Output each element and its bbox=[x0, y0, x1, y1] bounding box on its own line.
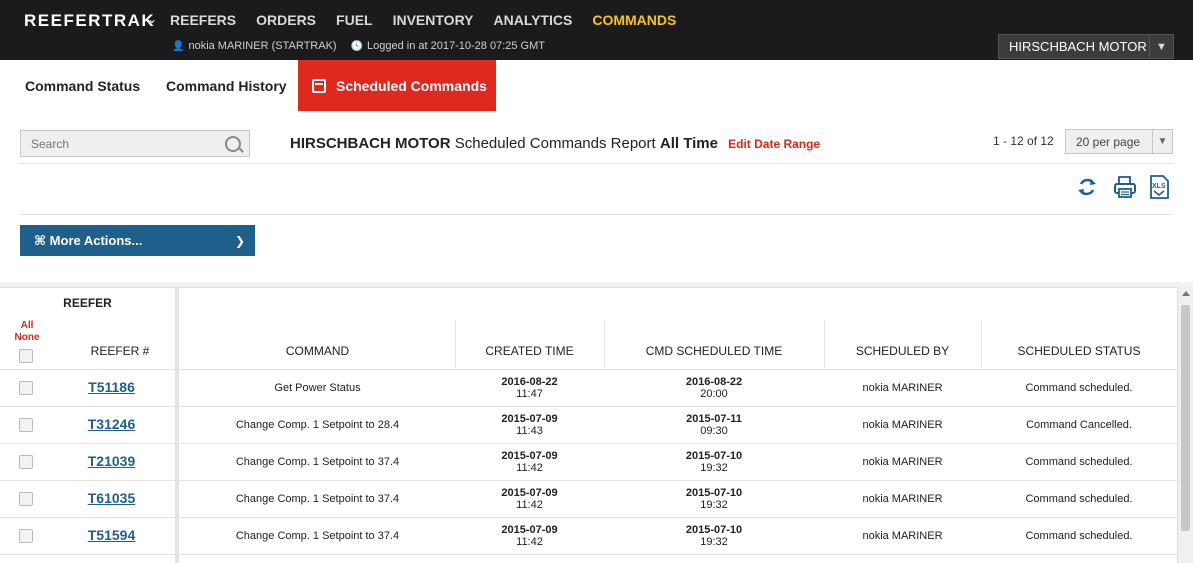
header-scheduled-by[interactable]: SCHEDULED BY bbox=[824, 344, 981, 358]
tab-scheduled-label: Scheduled Commands bbox=[336, 77, 487, 94]
brand-chevron-down-icon[interactable]: ⌄ bbox=[147, 12, 157, 26]
login-time: Logged in at 2017-10-28 07:25 GMT bbox=[367, 40, 545, 52]
reefer-link[interactable]: T51186 bbox=[60, 380, 163, 394]
calendar-icon bbox=[312, 78, 326, 93]
per-page-value: 20 per page bbox=[1076, 134, 1141, 149]
nav-inventory[interactable]: INVENTORY bbox=[393, 12, 474, 28]
tab-command-status[interactable]: Command Status bbox=[0, 60, 151, 111]
report-range: All Time bbox=[659, 135, 718, 152]
status-cell: Command Cancelled. bbox=[1026, 419, 1132, 431]
header-scheduled-status[interactable]: SCHEDULED STATUS bbox=[981, 344, 1177, 358]
row-checkbox[interactable] bbox=[19, 455, 33, 469]
more-actions-label: ⌘ More Actions... bbox=[34, 232, 143, 248]
report-name: Scheduled Commands Report bbox=[454, 135, 656, 152]
command-cell: Change Comp. 1 Setpoint to 28.4 bbox=[235, 419, 400, 431]
clock-icon: 🕓 bbox=[350, 40, 364, 52]
row-checkbox[interactable] bbox=[19, 529, 33, 543]
select-none-link[interactable]: None bbox=[10, 332, 44, 344]
header-scheduled-time[interactable]: CMD SCHEDULED TIME bbox=[604, 344, 824, 358]
created-time-cell: 2015-07-09 11:42 bbox=[501, 450, 558, 474]
header-reefer-number[interactable]: REEFER # bbox=[60, 344, 180, 358]
created-time-cell: 2015-07-09 11:42 bbox=[501, 524, 558, 548]
user-name: nokia MARINER (STARTRAK) bbox=[188, 40, 337, 52]
top-bar: REEFERTRAK ⌄ REEFERS ORDERS FUEL INVENTO… bbox=[0, 0, 1193, 60]
command-cell: Change Comp. 1 Setpoint to 37.4 bbox=[235, 530, 400, 542]
status-cell: Command scheduled. bbox=[1025, 456, 1133, 468]
reefer-link[interactable]: T31246 bbox=[60, 417, 163, 431]
nav-commands[interactable]: COMMANDS bbox=[592, 12, 676, 28]
print-icon[interactable] bbox=[1113, 175, 1137, 199]
created-time-cell: 2016-08-22 11:47 bbox=[501, 376, 558, 400]
scheduled-by-cell: nokia MARINER bbox=[862, 419, 943, 431]
select-all-none: All None bbox=[10, 320, 44, 344]
scheduled-time-cell: 2016-08-22 20:00 bbox=[685, 376, 743, 400]
user-icon: 👤 bbox=[172, 40, 185, 52]
refresh-icon[interactable] bbox=[1076, 175, 1098, 199]
group-header-reefer: REEFER bbox=[63, 296, 112, 310]
column-splitter[interactable] bbox=[175, 288, 179, 563]
report-toolbar: HIRSCHBACH MOTOR Scheduled Commands Repo… bbox=[0, 111, 1193, 282]
chevron-down-icon: ❯ bbox=[234, 233, 246, 248]
report-company: HIRSCHBACH MOTOR bbox=[290, 135, 451, 152]
nav-orders[interactable]: ORDERS bbox=[256, 12, 316, 28]
scrollbar-thumb[interactable] bbox=[1181, 305, 1190, 531]
scheduled-by-cell: nokia MARINER bbox=[862, 530, 943, 542]
company-select-value: HIRSCHBACH MOTOR bbox=[1009, 39, 1147, 54]
scheduled-by-cell: nokia MARINER bbox=[862, 456, 943, 468]
select-all-link[interactable]: All bbox=[10, 320, 44, 332]
edit-date-range-link[interactable]: Edit Date Range bbox=[728, 137, 820, 151]
xls-export-icon[interactable]: XLS bbox=[1148, 175, 1170, 199]
row-checkbox[interactable] bbox=[19, 418, 33, 432]
tab-command-history[interactable]: Command History bbox=[151, 60, 298, 111]
nav-analytics[interactable]: ANALYTICS bbox=[494, 12, 573, 28]
scroll-up-icon[interactable] bbox=[1182, 291, 1190, 296]
per-page-select[interactable]: 20 per page ▼ bbox=[1065, 129, 1173, 154]
divider bbox=[20, 163, 1173, 164]
status-cell: Command scheduled. bbox=[1025, 530, 1133, 542]
created-time-cell: 2015-07-09 11:43 bbox=[501, 413, 558, 437]
select-all-checkbox[interactable] bbox=[19, 349, 33, 363]
scheduled-time-cell: 2015-07-10 19:32 bbox=[685, 487, 743, 511]
nav-fuel[interactable]: FUEL bbox=[336, 12, 373, 28]
user-info: 👤 nokia MARINER (STARTRAK) 🕓 Logged in a… bbox=[172, 40, 545, 52]
command-cell: Change Comp. 1 Setpoint to 37.4 bbox=[235, 493, 400, 505]
company-select[interactable]: HIRSCHBACH MOTOR ▼ bbox=[998, 34, 1174, 59]
scheduled-commands-grid: REEFER All None REEFER # COMMAND CREATED… bbox=[0, 287, 1177, 563]
svg-text:XLS: XLS bbox=[1152, 183, 1166, 190]
main-nav: REEFERS ORDERS FUEL INVENTORY ANALYTICS … bbox=[170, 12, 696, 28]
brand-logo[interactable]: REEFERTRAK bbox=[24, 11, 155, 31]
command-cell: Get Power Status bbox=[274, 382, 361, 394]
created-time-cell: 2015-07-09 11:42 bbox=[501, 487, 558, 511]
reefer-link[interactable]: T51594 bbox=[60, 528, 163, 542]
row-checkbox[interactable] bbox=[19, 492, 33, 506]
search-icon[interactable] bbox=[219, 131, 249, 156]
chevron-down-icon[interactable]: ▼ bbox=[1152, 130, 1172, 153]
header-created-time[interactable]: CREATED TIME bbox=[455, 344, 604, 358]
vertical-scrollbar[interactable] bbox=[1177, 287, 1193, 563]
header-command[interactable]: COMMAND bbox=[180, 344, 455, 358]
report-title: HIRSCHBACH MOTOR Scheduled Commands Repo… bbox=[290, 135, 820, 152]
more-actions-button[interactable]: ⌘ More Actions... ❯ bbox=[20, 225, 255, 256]
scheduled-time-cell: 2015-07-11 09:30 bbox=[686, 413, 742, 437]
divider bbox=[20, 214, 1173, 215]
scheduled-by-cell: nokia MARINER bbox=[862, 493, 943, 505]
scheduled-time-cell: 2015-07-10 19:32 bbox=[685, 524, 743, 548]
tab-bar: Command Status Command History Scheduled… bbox=[0, 60, 1193, 111]
search-input[interactable] bbox=[21, 136, 219, 151]
status-cell: Command scheduled. bbox=[1025, 493, 1133, 505]
scheduled-time-cell: 2015-07-10 19:32 bbox=[685, 450, 743, 474]
tab-scheduled-commands[interactable]: Scheduled Commands bbox=[298, 60, 496, 111]
reefer-link[interactable]: T61035 bbox=[60, 491, 163, 505]
search-box[interactable] bbox=[20, 130, 250, 157]
reefer-link[interactable]: T21039 bbox=[60, 454, 163, 468]
chevron-down-icon[interactable]: ▼ bbox=[1149, 35, 1173, 58]
status-cell: Command scheduled. bbox=[1025, 382, 1133, 394]
nav-reefers[interactable]: REEFERS bbox=[170, 12, 236, 28]
scheduled-by-cell: nokia MARINER bbox=[862, 382, 943, 394]
paging-info: 1 - 12 of 12 bbox=[993, 134, 1054, 148]
row-checkbox[interactable] bbox=[19, 381, 33, 395]
command-cell: Change Comp. 1 Setpoint to 37.4 bbox=[235, 456, 400, 468]
